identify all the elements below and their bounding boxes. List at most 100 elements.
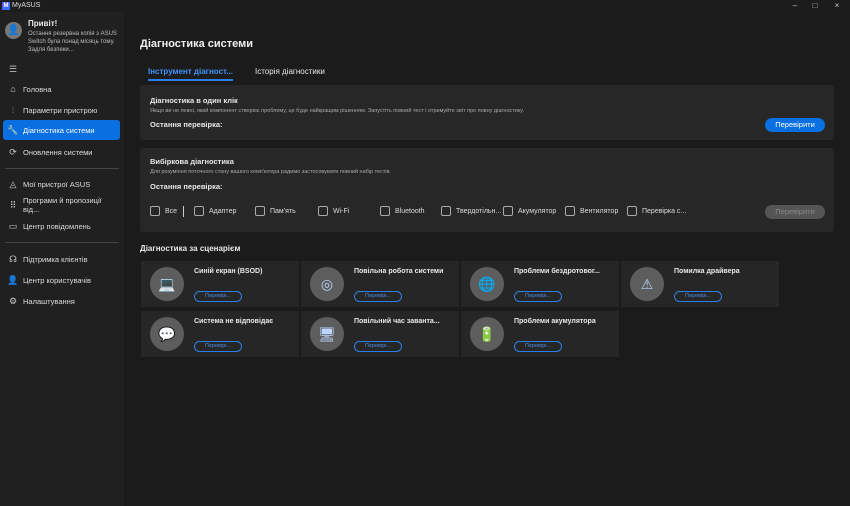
close-button[interactable]: ×: [830, 1, 844, 10]
sidebar-item-1[interactable]: ⫶ Параметри пристрою: [3, 100, 120, 120]
refresh-icon: ⟳: [9, 146, 17, 157]
checkbox-option[interactable]: Вентилятор: [565, 206, 618, 216]
app-title: MyASUS: [12, 2, 41, 9]
sliders-icon: ⫶: [11, 104, 15, 115]
sidebar-item-label: Налаштування: [23, 296, 75, 306]
main-content: Діагностика системи Інструмент діагност.…: [124, 12, 850, 506]
one-click-title: Діагностика в один клік: [150, 96, 238, 105]
avatar[interactable]: 👤: [5, 22, 22, 39]
tab-diagnostic-history[interactable]: Історія діагностики: [255, 67, 325, 76]
divider: [183, 206, 184, 217]
sidebar-item-label: Центр користувачів: [23, 275, 91, 285]
minimize-button[interactable]: –: [788, 1, 802, 10]
page-title: Діагностика системи: [140, 38, 254, 50]
greeting: Привіт!: [28, 19, 58, 28]
scenario-check-button[interactable]: Перевірі...: [514, 341, 562, 352]
checkbox[interactable]: [441, 206, 451, 216]
scenario-tile: ◎ Повільна робота системи Перевірі...: [301, 261, 459, 307]
sidebar-item-0[interactable]: ⌂ Головна: [3, 79, 120, 99]
sidebar-item-3[interactable]: ⟳ Оновлення системи: [3, 142, 120, 162]
scenario-tile: 🔋 Проблеми акумулятора Перевірі...: [461, 311, 619, 357]
checkbox-option[interactable]: Wi-Fi: [318, 206, 349, 216]
sidebar-item-7[interactable]: ☊ Підтримка клієнтів: [3, 249, 120, 269]
selective-check-button[interactable]: Перевірити: [765, 205, 825, 219]
sidebar-item-2[interactable]: 🔧 Діагностика системи: [3, 120, 120, 140]
chat-screen-icon: 💬: [150, 317, 184, 351]
scenario-check-button[interactable]: Перевірі...: [514, 291, 562, 302]
checkbox-option[interactable]: Перевірка с...: [627, 206, 686, 216]
screen-clock-icon: 🖥: [310, 317, 344, 351]
checkbox[interactable]: [318, 206, 328, 216]
scenario-tile: 💬 Система не відповідає Перевірі...: [141, 311, 299, 357]
scenario-tile: 🖥 Повільний час заванта... Перевірі...: [301, 311, 459, 357]
checkbox-label: Все: [165, 207, 178, 215]
checkbox[interactable]: [255, 206, 265, 216]
checkbox-option[interactable]: Твердотільн...: [441, 206, 501, 216]
scenario-title: Синій екран (BSOD): [194, 268, 263, 275]
message-icon: ▭: [8, 220, 18, 231]
battery-icon: 🔋: [470, 317, 504, 351]
speedometer-icon: ◎: [310, 267, 344, 301]
one-click-card: Діагностика в один клік Якщо ви не певні…: [140, 85, 834, 140]
sidebar-item-9[interactable]: ⚙ Налаштування: [3, 291, 120, 311]
checkbox-option[interactable]: Акумулятор: [503, 206, 556, 216]
user-icon: 👤: [7, 274, 19, 285]
checkbox-option[interactable]: Пам'ять: [255, 206, 296, 216]
sidebar-item-label: Центр повідомлень: [23, 221, 91, 231]
scenario-title: Помилка драйвера: [674, 268, 740, 275]
sidebar-item-5[interactable]: ⠿ Програми й пропозиції від...: [3, 195, 120, 215]
headset-icon: ☊: [9, 253, 17, 264]
laptop-bsod-icon: 💻: [150, 267, 184, 301]
globe-icon: 🌐: [470, 267, 504, 301]
scenario-check-button[interactable]: Перевірі...: [194, 341, 242, 352]
checkbox-label: Акумулятор: [518, 207, 557, 215]
sidebar-item-4[interactable]: ◬ Мої пристрої ASUS: [3, 174, 120, 194]
sidebar: 👤 Привіт! Остання резервна копія з ASUS …: [0, 12, 124, 506]
scenario-check-button[interactable]: Перевірі...: [194, 291, 242, 302]
backup-note[interactable]: Остання резервна копія з ASUS Switch бул…: [28, 30, 120, 54]
checkbox[interactable]: [194, 206, 204, 216]
maximize-button[interactable]: □: [808, 1, 822, 10]
checkbox[interactable]: [627, 206, 637, 216]
checkbox[interactable]: [150, 206, 160, 216]
menu-icon[interactable]: ☰: [9, 64, 17, 75]
checkbox-label: Перевірка с...: [642, 207, 687, 215]
last-check-label: Остання перевірка:: [150, 120, 223, 129]
sidebar-item-label: Програми й пропозиції від...: [22, 196, 102, 214]
divider: [5, 168, 119, 169]
checkbox-option[interactable]: Адаптер: [194, 206, 236, 216]
scenario-title: Повільна робота системи: [354, 268, 444, 275]
scenario-tile: 💻 Синій екран (BSOD) Перевірі...: [141, 261, 299, 307]
selective-title: Вибіркова діагностика: [150, 157, 234, 166]
checkbox-option[interactable]: Bluetooth: [380, 206, 425, 216]
checkbox-label: Вентилятор: [580, 207, 619, 215]
grid-icon: ⠿: [9, 199, 17, 210]
tab-diagnostic-tool[interactable]: Інструмент діагност...: [148, 67, 233, 81]
myasus-logo-icon: M: [2, 2, 10, 10]
scenario-check-button[interactable]: Перевірі...: [674, 291, 722, 302]
checkbox-label: Твердотільн...: [456, 207, 502, 215]
scenario-check-button[interactable]: Перевірі...: [354, 291, 402, 302]
scenario-title: Повільний час заванта...: [354, 318, 440, 325]
scenario-title: Проблеми бездротовог...: [514, 268, 600, 275]
last-check-label: Остання перевірка:: [150, 182, 223, 191]
checkbox[interactable]: [503, 206, 513, 216]
sidebar-item-label: Діагностика системи: [23, 125, 95, 135]
scenario-tile: 🌐 Проблеми бездротовог... Перевірі...: [461, 261, 619, 307]
sidebar-item-label: Оновлення системи: [23, 147, 93, 157]
checkbox-label: Адаптер: [209, 207, 237, 215]
sidebar-item-8[interactable]: 👤 Центр користувачів: [3, 270, 120, 290]
scenario-tile: ⚠ Помилка драйвера Перевірі...: [621, 261, 779, 307]
checkbox-label: Wi-Fi: [333, 207, 350, 215]
sidebar-item-label: Головна: [23, 84, 52, 94]
title-bar: M MyASUS – □ ×: [0, 0, 850, 12]
selective-card: Вибіркова діагностика Для розуміння пото…: [140, 148, 834, 232]
scenario-check-button[interactable]: Перевірі...: [354, 341, 402, 352]
driver-warning-icon: ⚠: [630, 267, 664, 301]
sidebar-item-6[interactable]: ▭ Центр повідомлень: [3, 216, 120, 236]
checkbox[interactable]: [380, 206, 390, 216]
checkbox-option[interactable]: Все: [150, 206, 177, 216]
scenario-title: Проблеми акумулятора: [514, 318, 596, 325]
checkbox[interactable]: [565, 206, 575, 216]
one-click-check-button[interactable]: Перевірити: [765, 118, 825, 132]
